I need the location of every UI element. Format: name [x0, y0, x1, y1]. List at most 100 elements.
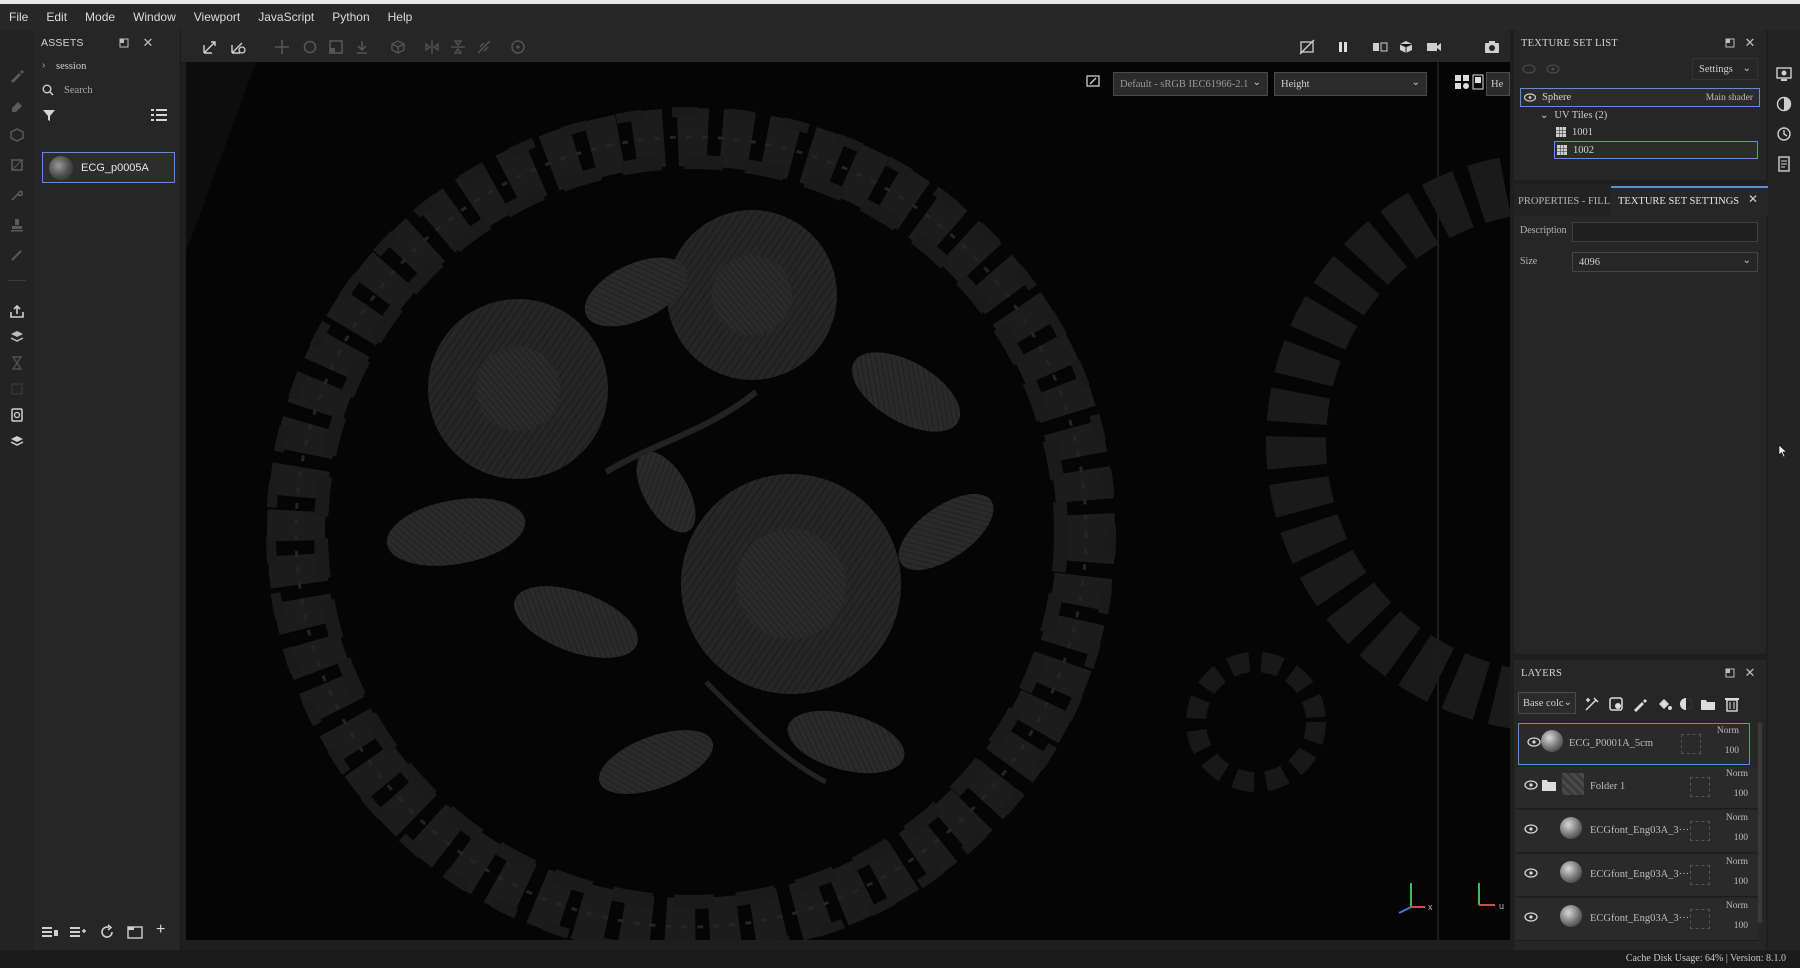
rotate-icon[interactable] — [301, 38, 319, 56]
add-to-shelf-icon[interactable] — [70, 925, 86, 939]
menu-python[interactable]: Python — [323, 4, 378, 30]
tab-texture-set-settings[interactable]: TEXTURE SET SETTINGS — [1618, 188, 1739, 214]
layer-opacity[interactable]: 100 — [1734, 789, 1748, 799]
scale-icon[interactable] — [327, 38, 345, 56]
filter-icon[interactable] — [42, 108, 56, 122]
camera-icon[interactable] — [1425, 38, 1443, 56]
layer-row[interactable]: ECG_P0001A_5cm Norm 100 — [1518, 723, 1750, 765]
screenshot-icon[interactable] — [1483, 38, 1501, 56]
geometry-mask-icon[interactable] — [8, 156, 26, 174]
undock-icon[interactable] — [116, 35, 132, 51]
close-icon[interactable]: ✕ — [140, 35, 156, 51]
cube-stack-icon[interactable] — [8, 432, 26, 450]
document-search-icon[interactable] — [8, 406, 26, 424]
cube-icon[interactable] — [389, 38, 407, 56]
texture-set-row-sphere[interactable]: Sphere Main shader — [1520, 88, 1760, 107]
uv-tile-row[interactable]: 1001 — [1556, 123, 1756, 141]
list-view-icon[interactable] — [151, 108, 167, 122]
blend-mode[interactable]: Norm — [1726, 901, 1748, 911]
lazy-mouse-icon[interactable] — [509, 38, 527, 56]
search-input[interactable]: Search — [64, 85, 93, 96]
smudge-icon[interactable] — [8, 186, 26, 204]
undock-icon[interactable] — [1722, 665, 1738, 681]
eye-icon[interactable] — [1524, 93, 1536, 102]
solo-icon[interactable] — [1522, 64, 1536, 74]
eye-icon[interactable] — [1524, 912, 1538, 922]
undock-icon[interactable] — [1722, 35, 1738, 51]
color-picker-icon[interactable] — [8, 246, 26, 264]
layer-mask-slot[interactable] — [1690, 909, 1710, 929]
display-mode-2d-icon[interactable] — [1472, 74, 1484, 90]
export-icon[interactable] — [8, 302, 26, 320]
eye-icon[interactable] — [1524, 868, 1538, 878]
tab-properties-fill[interactable]: PROPERTIES - FILL — [1518, 188, 1610, 214]
display-settings-icon[interactable] — [1776, 96, 1792, 112]
split-view-icon[interactable] — [1371, 38, 1389, 56]
layer-mask-slot[interactable] — [1690, 821, 1710, 841]
refresh-icon[interactable] — [99, 924, 115, 940]
link-icon[interactable] — [8, 380, 26, 398]
layer-opacity[interactable]: 100 — [1725, 746, 1739, 756]
transform-icon[interactable] — [201, 38, 219, 56]
paint-brush-icon[interactable] — [8, 66, 26, 84]
add-folder-icon[interactable] — [1700, 696, 1716, 712]
pause-icon[interactable] — [1334, 38, 1352, 56]
symmetry-off-icon[interactable] — [475, 38, 493, 56]
layer-opacity[interactable]: 100 — [1734, 921, 1748, 931]
blend-mode[interactable]: Norm — [1717, 726, 1739, 736]
layer-mask-slot[interactable] — [1690, 777, 1710, 797]
layer-opacity[interactable]: 100 — [1734, 877, 1748, 887]
layer-mask-slot[interactable] — [1681, 734, 1701, 754]
log-icon[interactable] — [1776, 156, 1792, 172]
eye-icon[interactable] — [1524, 824, 1538, 834]
mirror-x-icon[interactable] — [423, 38, 441, 56]
description-input[interactable] — [1572, 222, 1758, 242]
tree-item-session[interactable]: session — [56, 61, 86, 72]
texture-set-icon[interactable] — [1776, 66, 1792, 82]
close-icon[interactable]: ✕ — [1742, 35, 1758, 51]
open-folder-icon[interactable] — [127, 924, 143, 940]
uv-transform-icon[interactable] — [229, 38, 247, 56]
blend-mode[interactable]: Norm — [1726, 813, 1748, 823]
chevron-right-icon[interactable]: › — [42, 60, 45, 71]
projection-icon[interactable] — [8, 126, 26, 144]
eye-icon[interactable] — [1546, 64, 1560, 74]
color-profile-select[interactable]: Default - sRGB IEC61966-2.1 ⌄ — [1113, 72, 1268, 96]
history-icon[interactable] — [1776, 126, 1792, 142]
blend-mode[interactable]: Norm — [1726, 769, 1748, 779]
add-smart-material-icon[interactable] — [1678, 696, 1694, 712]
import-icon[interactable] — [42, 925, 58, 939]
add-effect-icon[interactable] — [1584, 696, 1600, 712]
channel-view-select[interactable]: Base colc ⌄ — [1518, 692, 1576, 714]
layer-row[interactable]: ECGfont_Eng03A_3··· Norm 100 — [1516, 855, 1758, 897]
mirror-y-icon[interactable] — [449, 38, 467, 56]
size-select[interactable]: 4096 ⌄ — [1572, 252, 1758, 272]
uv-tile-row-selected[interactable]: 1002 — [1554, 141, 1758, 159]
menu-mode[interactable]: Mode — [76, 4, 124, 30]
add-icon[interactable]: + — [156, 921, 165, 939]
menu-edit[interactable]: Edit — [37, 4, 76, 30]
split-view-divider[interactable] — [1437, 62, 1439, 940]
timeline-icon[interactable] — [8, 354, 26, 372]
asset-card[interactable]: ECG_p0005A — [42, 152, 175, 183]
menu-file[interactable]: File — [0, 4, 37, 30]
blend-mode[interactable]: Norm — [1726, 857, 1748, 867]
menu-help[interactable]: Help — [379, 4, 422, 30]
layer-row-folder[interactable]: Folder 1 Norm 100 — [1516, 767, 1758, 809]
add-mask-icon[interactable] — [1608, 696, 1624, 712]
layers-scrollbar[interactable] — [1758, 723, 1762, 923]
viewport[interactable]: Default - sRGB IEC61966-2.1 ⌄ Height ⌄ He … — [186, 62, 1510, 940]
eye-icon[interactable] — [1524, 780, 1538, 790]
menu-javascript[interactable]: JavaScript — [249, 4, 323, 30]
bake-icon[interactable] — [8, 328, 26, 346]
menu-window[interactable]: Window — [124, 4, 185, 30]
layer-opacity[interactable]: 100 — [1734, 833, 1748, 843]
hide-overlay-icon[interactable] — [1298, 38, 1316, 56]
layer-mask-slot[interactable] — [1690, 865, 1710, 885]
layer-row[interactable]: ECGfont_Eng03A_3··· Norm 100 — [1516, 899, 1758, 941]
channel-select-2d[interactable]: He — [1486, 72, 1510, 96]
close-icon[interactable]: ✕ — [1748, 192, 1758, 206]
close-icon[interactable]: ✕ — [1742, 665, 1758, 681]
snap-down-icon[interactable] — [353, 38, 371, 56]
eraser-icon[interactable] — [8, 96, 26, 114]
